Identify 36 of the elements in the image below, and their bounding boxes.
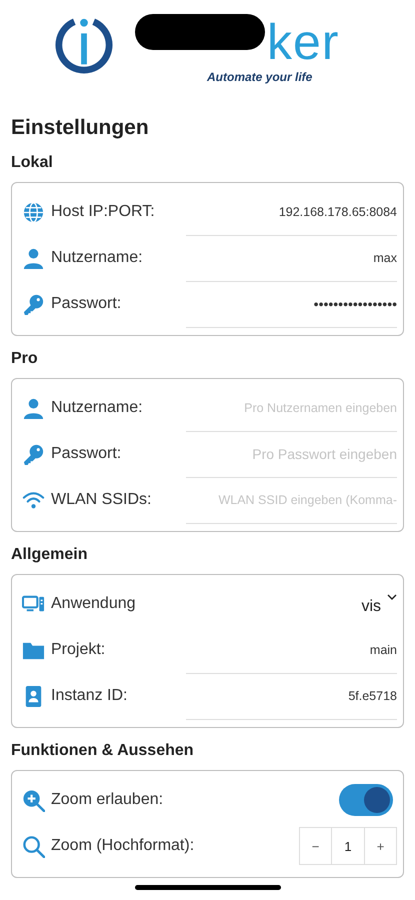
globe-icon bbox=[22, 200, 45, 224]
key-icon bbox=[22, 442, 45, 466]
input-field[interactable]: Pro Passwort eingeben bbox=[186, 430, 397, 478]
person-icon bbox=[22, 396, 45, 420]
section-heading: Allgemein bbox=[11, 546, 88, 564]
input-field[interactable]: ••••••••••••••••• bbox=[186, 280, 397, 328]
page-title: Einstellungen bbox=[11, 116, 150, 140]
input-field[interactable]: 192.168.178.65:8084 bbox=[186, 188, 397, 236]
field-label: WLAN SSIDs: bbox=[51, 490, 152, 510]
input-field[interactable]: 5f.e5718 bbox=[186, 672, 397, 720]
input-field[interactable]: main bbox=[186, 626, 397, 674]
logo-tagline: Automate your life bbox=[207, 70, 314, 84]
section-heading: Lokal bbox=[11, 154, 54, 172]
select-field[interactable]: vis bbox=[186, 586, 397, 622]
key-icon bbox=[22, 292, 45, 316]
toggle-switch[interactable] bbox=[339, 784, 393, 816]
field-label: Passwort: bbox=[51, 444, 122, 464]
search-icon bbox=[22, 834, 45, 858]
input-field[interactable]: max bbox=[186, 234, 397, 282]
field-label: Zoom (Hochformat): bbox=[51, 836, 194, 856]
chevron-icon bbox=[387, 594, 397, 600]
zoom-in-icon bbox=[22, 788, 45, 812]
field-label: Host IP:PORT: bbox=[51, 202, 156, 222]
section-heading: Funktionen & Aussehen bbox=[11, 742, 195, 760]
field-label: Instanz ID: bbox=[51, 686, 128, 706]
input-field[interactable]: WLAN SSID eingeben (Komma- bbox=[186, 476, 397, 524]
field-label: Passwort: bbox=[51, 294, 122, 314]
field-label: Nutzername: bbox=[51, 248, 144, 268]
field-label: Nutzername: bbox=[51, 398, 144, 418]
logo-wordmark: ker bbox=[267, 16, 340, 68]
field-label: Projekt: bbox=[51, 640, 106, 660]
person-icon bbox=[22, 246, 45, 270]
field-label: Anwendung bbox=[51, 594, 137, 614]
section-heading: Pro bbox=[11, 350, 39, 368]
input-field[interactable]: Pro Nutzernamen eingeben bbox=[186, 384, 397, 432]
field-label: Zoom erlauben: bbox=[51, 790, 164, 810]
